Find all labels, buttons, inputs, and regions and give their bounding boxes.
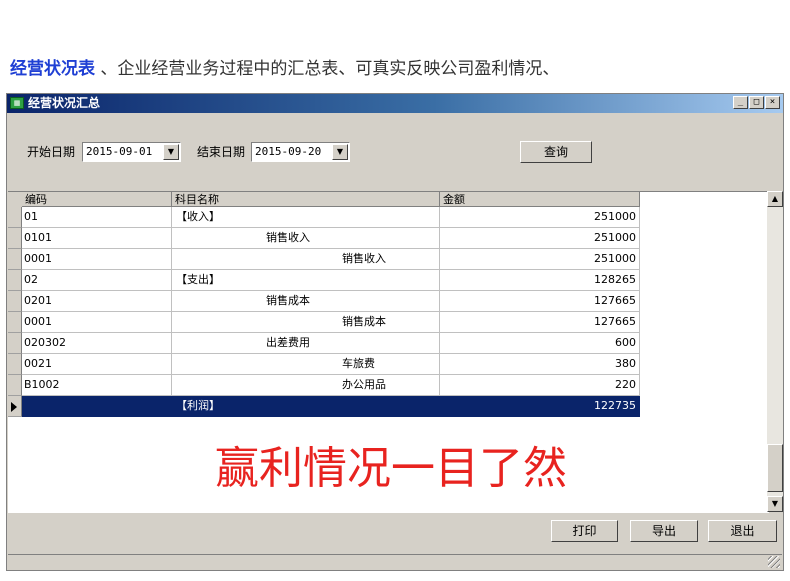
- cell-code[interactable]: 02: [22, 270, 172, 291]
- table-row[interactable]: 0001 销售收入 251000: [8, 249, 640, 270]
- cell-code[interactable]: 0001: [22, 312, 172, 333]
- cell-amount[interactable]: 128265: [440, 270, 640, 291]
- cell-name[interactable]: 销售收入: [172, 249, 440, 270]
- row-header[interactable]: [8, 249, 22, 270]
- row-header[interactable]: [8, 207, 22, 228]
- resize-grip-icon[interactable]: [768, 556, 780, 568]
- table-row[interactable]: 020302 出差费用 600: [8, 333, 640, 354]
- title-bar[interactable]: ▦ 经营状况汇总 _ □ ×: [7, 94, 783, 113]
- cell-code[interactable]: 0101: [22, 228, 172, 249]
- table-row[interactable]: 0001 销售成本 127665: [8, 312, 640, 333]
- row-header[interactable]: [8, 291, 22, 312]
- end-date-select[interactable]: 2015-09-20 ▼: [251, 142, 350, 162]
- table-row[interactable]: 02 【支出】 128265: [8, 270, 640, 291]
- minimize-button[interactable]: _: [733, 96, 748, 109]
- table-row[interactable]: 0101 销售收入 251000: [8, 228, 640, 249]
- cell-name[interactable]: 销售收入: [172, 228, 440, 249]
- export-button[interactable]: 导出: [630, 520, 698, 542]
- cell-name[interactable]: 【利润】: [172, 396, 440, 417]
- cell-code[interactable]: 020302: [22, 333, 172, 354]
- maximize-button[interactable]: □: [749, 96, 764, 109]
- cell-code[interactable]: 0021: [22, 354, 172, 375]
- chevron-down-icon[interactable]: ▼: [332, 144, 348, 160]
- heading-text: 、企业经营业务过程中的汇总表、可真实反映公司盈利情况、: [95, 59, 560, 79]
- column-header-code[interactable]: 编码: [22, 192, 172, 207]
- row-header[interactable]: [8, 270, 22, 291]
- cell-name[interactable]: 销售成本: [172, 291, 440, 312]
- cell-name[interactable]: 【收入】: [172, 207, 440, 228]
- cell-amount[interactable]: 127665: [440, 291, 640, 312]
- table-row[interactable]: 01 【收入】 251000: [8, 207, 640, 228]
- grid-header: 编码 科目名称 金额: [8, 192, 640, 207]
- start-date-select[interactable]: 2015-09-01 ▼: [82, 142, 181, 162]
- cell-amount[interactable]: 220: [440, 375, 640, 396]
- chevron-down-icon[interactable]: ▼: [163, 144, 179, 160]
- vertical-scrollbar[interactable]: ▲ ▼: [767, 191, 783, 512]
- cell-amount[interactable]: 251000: [440, 249, 640, 270]
- cell-code[interactable]: [22, 396, 172, 417]
- cell-code[interactable]: 0201: [22, 291, 172, 312]
- cell-amount[interactable]: 251000: [440, 207, 640, 228]
- status-bar: [8, 554, 782, 569]
- scroll-down-icon[interactable]: ▼: [767, 496, 783, 512]
- close-button[interactable]: ×: [765, 96, 780, 109]
- cell-code[interactable]: 0001: [22, 249, 172, 270]
- cell-name[interactable]: 车旅费: [172, 354, 440, 375]
- end-date-label: 结束日期: [197, 145, 246, 159]
- row-pointer-icon: [11, 402, 17, 412]
- query-button[interactable]: 查询: [520, 141, 592, 163]
- start-date-label: 开始日期: [27, 145, 76, 159]
- window-title: 经营状况汇总: [28, 96, 101, 110]
- heading-highlight: 经营状况表: [10, 59, 95, 79]
- cell-code[interactable]: B1002: [22, 375, 172, 396]
- start-date-value: 2015-09-01: [86, 145, 153, 158]
- column-header-amount[interactable]: 金额: [440, 192, 640, 207]
- cell-amount[interactable]: 251000: [440, 228, 640, 249]
- cell-name[interactable]: 销售成本: [172, 312, 440, 333]
- cell-amount[interactable]: 380: [440, 354, 640, 375]
- page-heading: 经营状况表 、企业经营业务过程中的汇总表、可真实反映公司盈利情况、: [10, 54, 559, 79]
- row-header[interactable]: [8, 312, 22, 333]
- end-date-value: 2015-09-20: [255, 145, 322, 158]
- row-header[interactable]: [8, 396, 22, 417]
- cell-name[interactable]: 办公用品: [172, 375, 440, 396]
- app-window: ▦ 经营状况汇总 _ □ × 开始日期 2015-09-01 ▼ 结束日期 20…: [6, 93, 784, 571]
- row-header[interactable]: [8, 228, 22, 249]
- exit-button[interactable]: 退出: [708, 520, 777, 542]
- cell-name[interactable]: 出差费用: [172, 333, 440, 354]
- table-row[interactable]: 0021 车旅费 380: [8, 354, 640, 375]
- row-header[interactable]: [8, 333, 22, 354]
- cell-code[interactable]: 01: [22, 207, 172, 228]
- overlay-caption: 赢利情况一目了然: [215, 443, 567, 494]
- cell-name[interactable]: 【支出】: [172, 270, 440, 291]
- table-row[interactable]: B1002 办公用品 220: [8, 375, 640, 396]
- cell-amount[interactable]: 122735: [440, 396, 640, 417]
- scroll-up-icon[interactable]: ▲: [767, 191, 783, 207]
- cell-amount[interactable]: 600: [440, 333, 640, 354]
- table-row[interactable]: 0201 销售成本 127665: [8, 291, 640, 312]
- cell-amount[interactable]: 127665: [440, 312, 640, 333]
- grid-app-icon: ▦: [10, 97, 24, 109]
- print-button[interactable]: 打印: [551, 520, 618, 542]
- row-header[interactable]: [8, 375, 22, 396]
- table-row[interactable]: 【利润】 122735: [8, 396, 640, 417]
- column-header-name[interactable]: 科目名称: [172, 192, 440, 207]
- scroll-thumb[interactable]: [767, 444, 783, 492]
- row-header[interactable]: [8, 354, 22, 375]
